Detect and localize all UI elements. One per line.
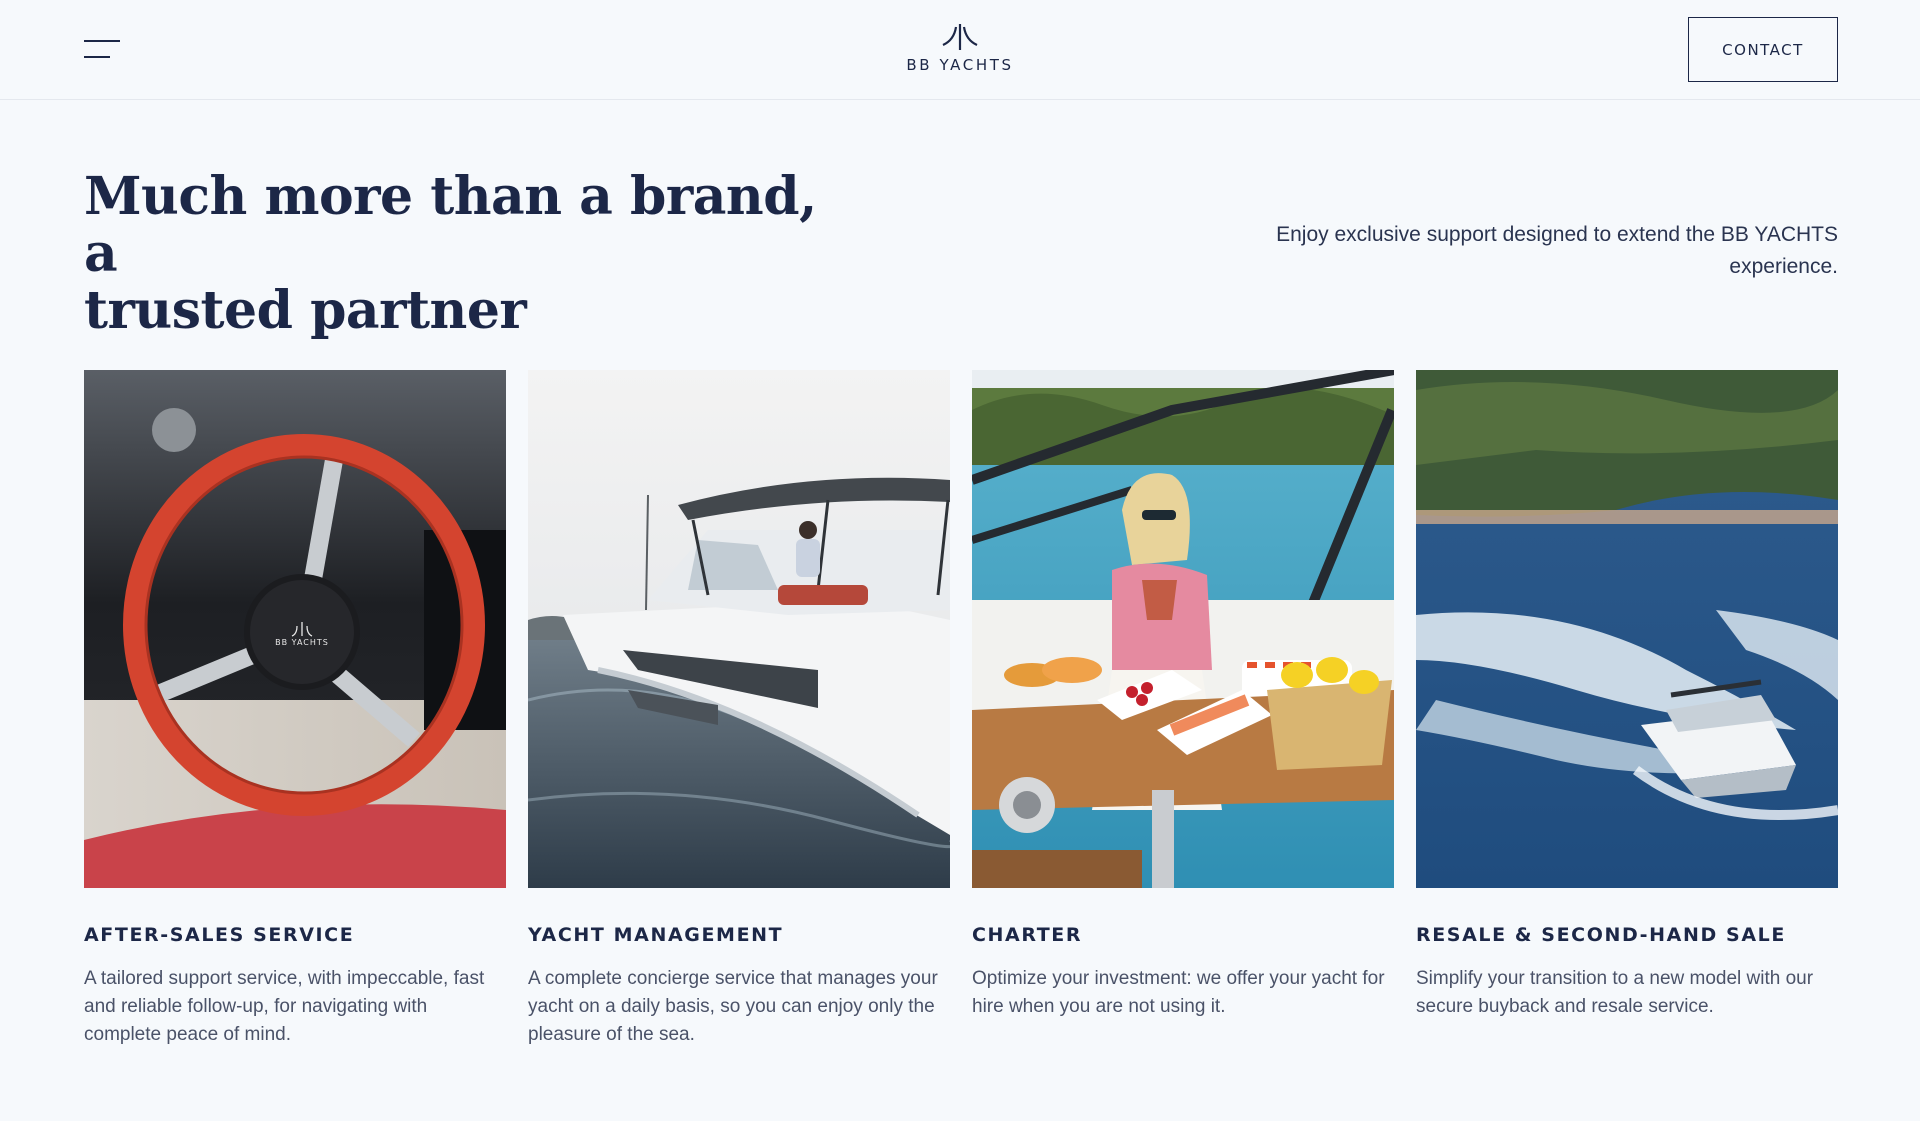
- headline-line-1: Much more than a brand, a: [84, 166, 817, 284]
- card-title[interactable]: YACHT MANAGEMENT: [528, 924, 950, 946]
- speedboat-wake-photo[interactable]: [1416, 370, 1838, 888]
- card-description: Optimize your investment: we offer your …: [972, 968, 1385, 1017]
- card-title[interactable]: CHARTER: [972, 924, 1394, 946]
- service-card-after-sales[interactable]: BB YACHTS AFTER-SALES SERVICE A tailored…: [84, 370, 506, 1049]
- card-description: Simplify your transition to a new model …: [1416, 968, 1814, 1017]
- services-grid: BB YACHTS AFTER-SALES SERVICE A tailored…: [84, 370, 1838, 1049]
- bb-yachts-sail-icon: [942, 24, 978, 50]
- brand-logo[interactable]: BB YACHTS: [860, 22, 1060, 82]
- card-title[interactable]: RESALE & SECOND-HAND SALE: [1416, 924, 1838, 946]
- steering-wheel-photo[interactable]: BB YACHTS: [84, 370, 506, 888]
- wheel-badge-text: BB YACHTS: [275, 638, 329, 647]
- page-headline: Much more than a brand, a trusted partne…: [84, 168, 844, 339]
- contact-button[interactable]: CONTACT: [1688, 17, 1838, 82]
- card-description: A tailored support service, with impecca…: [84, 968, 485, 1045]
- logo-text: BB YACHTS: [906, 56, 1014, 74]
- woman-dining-on-deck-photo[interactable]: [972, 370, 1394, 888]
- headline-line-2: trusted partner: [84, 280, 527, 341]
- site-header: BB YACHTS CONTACT: [0, 0, 1920, 100]
- service-card-yacht-management[interactable]: YACHT MANAGEMENT A complete concierge se…: [528, 370, 950, 1049]
- intro-text: Enjoy exclusive support designed to exte…: [1276, 223, 1838, 278]
- card-title[interactable]: AFTER-SALES SERVICE: [84, 924, 506, 946]
- service-card-resale[interactable]: RESALE & SECOND-HAND SALE Simplify your …: [1416, 370, 1838, 1049]
- yacht-at-sea-photo[interactable]: [528, 370, 950, 888]
- hamburger-menu-icon[interactable]: [84, 39, 120, 61]
- card-description: A complete concierge service that manage…: [528, 968, 938, 1045]
- service-card-charter[interactable]: CHARTER Optimize your investment: we off…: [972, 370, 1394, 1049]
